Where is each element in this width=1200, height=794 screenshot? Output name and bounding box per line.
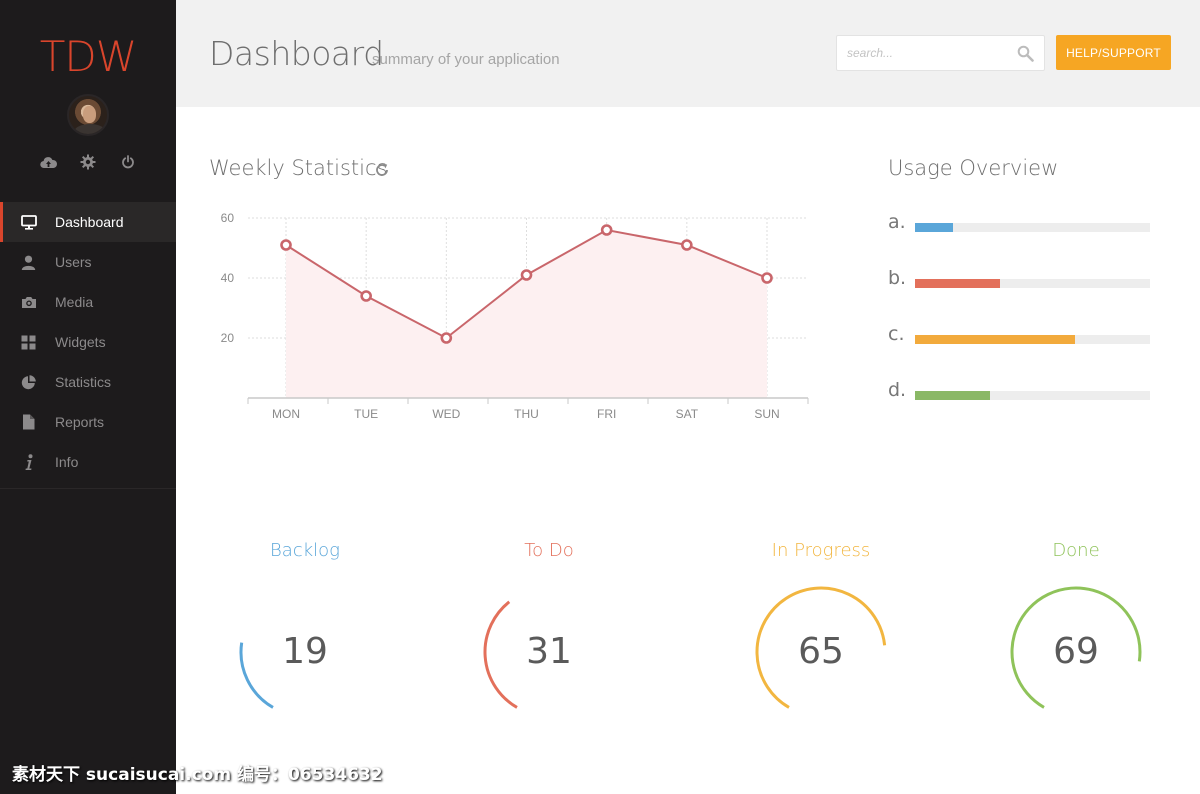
sidebar-item-label: Widgets <box>55 334 106 350</box>
gauge-label: To Do <box>524 540 574 561</box>
gauge-backlog: Backlog 19 <box>215 540 395 709</box>
usage-bar-fill <box>915 279 1000 288</box>
search-input[interactable] <box>847 44 1012 62</box>
sidebar-item-media[interactable]: Media <box>0 282 176 322</box>
gauge-value: 69 <box>1053 631 1099 672</box>
sidebar-item-statistics[interactable]: Statistics <box>0 362 176 402</box>
sidebar-item-dashboard[interactable]: Dashboard <box>0 202 176 242</box>
data-point[interactable] <box>440 332 453 344</box>
data-point[interactable] <box>761 272 773 284</box>
usage-row-label: c. <box>888 323 905 345</box>
refresh-icon[interactable] <box>372 160 392 180</box>
page-header: Dashboard summary of your application HE… <box>176 0 1200 107</box>
file-icon <box>20 414 37 430</box>
cloud-upload-icon[interactable] <box>36 152 60 172</box>
usage-bar-fill <box>915 391 991 400</box>
y-tick-label: 60 <box>221 211 235 225</box>
sidebar: TDW Dashboard Users Media Widgets Statis… <box>0 0 176 794</box>
data-point[interactable] <box>681 239 693 251</box>
avatar-shoulders <box>74 124 106 134</box>
usage-row: b. <box>888 267 1150 297</box>
sidebar-item-label: Users <box>55 254 92 270</box>
page-title: Dashboard <box>209 34 384 73</box>
usage-bar-track <box>915 391 1150 400</box>
x-tick-label: WED <box>432 407 460 421</box>
avatar[interactable] <box>67 94 109 136</box>
sidebar-nav: Dashboard Users Media Widgets Statistics… <box>0 202 176 489</box>
camera-icon <box>20 294 37 310</box>
gauge-label: In Progress <box>771 540 871 561</box>
usage-bar-track <box>915 223 1150 232</box>
usage-row-label: a. <box>888 211 906 233</box>
data-point[interactable] <box>520 269 533 281</box>
gauge-in-progress: In Progress 65 <box>731 540 911 709</box>
usage-bar-fill <box>915 223 953 232</box>
x-tick-label: FRI <box>597 407 616 421</box>
avatar-face <box>83 106 96 123</box>
gauge-label: Done <box>1052 540 1100 561</box>
user-icon <box>20 254 37 270</box>
usage-bar-track <box>915 279 1150 288</box>
help-support-button[interactable]: HELP/SUPPORT <box>1056 35 1171 70</box>
page-subtitle: summary of your application <box>372 51 560 68</box>
x-tick-label: SAT <box>676 407 699 421</box>
usage-bar-track <box>915 335 1150 344</box>
user-actions <box>36 152 140 172</box>
gear-icon[interactable] <box>76 152 100 172</box>
gauge-value: 65 <box>798 631 844 672</box>
gauge-value: 19 <box>282 631 328 672</box>
usage-row-label: d. <box>888 379 907 401</box>
sidebar-item-users[interactable]: Users <box>0 242 176 282</box>
usage-row: a. <box>888 211 1150 241</box>
info-icon <box>20 453 37 470</box>
weekly-statistics-chart: 20 40 60 MON TUE WED THU FRI SAT SUN <box>221 211 809 421</box>
sidebar-item-info[interactable]: Info <box>0 442 176 482</box>
sidebar-item-label: Reports <box>55 414 105 430</box>
data-point[interactable] <box>360 290 372 302</box>
weekly-statistics-title: Weekly Statistics <box>209 156 388 180</box>
gauge-todo: To Do 31 <box>459 540 639 709</box>
y-tick-label: 20 <box>221 331 235 345</box>
monitor-icon <box>20 214 37 230</box>
usage-row: d. <box>888 379 1150 409</box>
usage-bar-fill <box>915 335 1075 344</box>
data-point[interactable] <box>280 239 292 251</box>
x-tick-label: MON <box>272 407 300 421</box>
data-point[interactable] <box>600 224 613 236</box>
search-icon[interactable] <box>1017 45 1034 62</box>
watermark-text: 素材天下 sucaisucai.com 编号：06534632 <box>12 765 383 785</box>
power-icon[interactable] <box>116 152 140 172</box>
usage-overview-title: Usage Overview <box>888 156 1059 180</box>
sidebar-item-label: Media <box>55 294 94 310</box>
sidebar-item-label: Dashboard <box>55 214 124 230</box>
gauge-label: Backlog <box>270 540 340 561</box>
x-tick-label: THU <box>514 407 539 421</box>
brand-logo[interactable]: TDW <box>0 32 176 81</box>
sidebar-item-label: Statistics <box>55 374 112 390</box>
sidebar-item-label: Info <box>55 454 79 470</box>
sidebar-item-widgets[interactable]: Widgets <box>0 322 176 362</box>
x-tick-label: TUE <box>354 407 378 421</box>
y-tick-label: 40 <box>221 271 235 285</box>
x-tick-label: SUN <box>754 407 779 421</box>
pie-chart-icon <box>20 374 37 390</box>
gauge-done: Done 69 <box>986 540 1166 709</box>
dashboard-app: TDW Dashboard Users Media Widgets Statis… <box>0 0 1200 794</box>
search-box <box>836 35 1045 71</box>
sidebar-item-reports[interactable]: Reports <box>0 402 176 442</box>
usage-row: c. <box>888 323 1150 353</box>
grid-icon <box>20 334 37 350</box>
usage-row-label: b. <box>888 267 907 289</box>
gauge-value: 31 <box>526 631 572 672</box>
